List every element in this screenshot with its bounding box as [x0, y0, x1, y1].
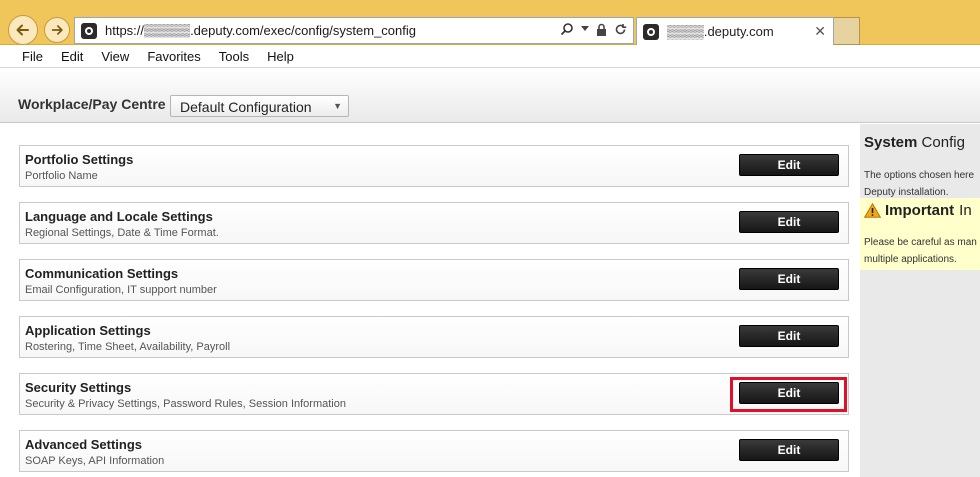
lock-icon[interactable] [596, 23, 607, 36]
card-description: Email Configuration, IT support number [25, 284, 217, 296]
forward-arrow-icon [51, 25, 63, 35]
back-arrow-icon [16, 24, 29, 36]
edit-language-button[interactable]: Edit [739, 211, 839, 233]
menu-file[interactable]: File [22, 49, 43, 64]
settings-card-security: Security Settings Security & Privacy Set… [19, 373, 849, 415]
tab-title: ▒▒▒▒.deputy.com [667, 24, 774, 39]
sidebar-description: The options chosen here Deputy installat… [864, 167, 980, 201]
card-description: SOAP Keys, API Information [25, 455, 165, 467]
address-bar[interactable]: https://▒▒▒▒▒.deputy.com/exec/config/sys… [74, 17, 634, 44]
edit-portfolio-button[interactable]: Edit [739, 154, 839, 176]
card-description: Portfolio Name [25, 170, 98, 182]
edit-security-button[interactable]: Edit [739, 382, 839, 404]
notice-title-rest: In [959, 202, 972, 219]
browser-toolbar: https://▒▒▒▒▒.deputy.com/exec/config/sys… [0, 0, 980, 45]
menu-help[interactable]: Help [267, 49, 294, 64]
settings-card-communication: Communication Settings Email Configurati… [19, 259, 849, 301]
configuration-select[interactable]: Default Configuration ▼ [170, 95, 349, 117]
settings-card-application: Application Settings Rostering, Time She… [19, 316, 849, 358]
warning-icon [864, 203, 881, 218]
forward-button[interactable] [44, 17, 70, 43]
info-sidebar: System Config The options chosen here De… [860, 124, 980, 477]
new-tab-button[interactable] [834, 17, 860, 45]
notice-text-line: Please be careful as man [864, 237, 977, 248]
configuration-select-value: Default Configuration [180, 99, 312, 115]
menu-tools[interactable]: Tools [219, 49, 249, 64]
menu-favorites[interactable]: Favorites [147, 49, 200, 64]
url-text[interactable]: https://▒▒▒▒▒.deputy.com/exec/config/sys… [105, 23, 416, 38]
notice-title: Important In [864, 202, 972, 219]
menu-edit[interactable]: Edit [61, 49, 83, 64]
important-notice: Important In Please be careful as man mu… [860, 198, 980, 270]
back-button[interactable] [8, 15, 38, 45]
edit-communication-button[interactable]: Edit [739, 268, 839, 290]
settings-card-advanced: Advanced Settings SOAP Keys, API Informa… [19, 430, 849, 472]
site-favicon-icon [81, 22, 97, 39]
search-icon[interactable] [560, 22, 574, 36]
workplace-label: Workplace/Pay Centre [18, 96, 166, 112]
edit-application-button[interactable]: Edit [739, 325, 839, 347]
card-title: Portfolio Settings [25, 152, 134, 167]
sidebar-text-line: The options chosen here [864, 170, 975, 181]
card-title: Communication Settings [25, 266, 179, 281]
settings-card-language: Language and Locale Settings Regional Se… [19, 202, 849, 244]
card-title: Security Settings [25, 380, 132, 395]
dropdown-icon[interactable] [581, 26, 589, 32]
card-title: Application Settings [25, 323, 151, 338]
notice-text: Please be careful as man multiple applic… [864, 234, 977, 268]
chevron-down-icon: ▼ [333, 101, 342, 111]
card-description: Regional Settings, Date & Time Format. [25, 227, 219, 239]
menu-bar: File Edit View Favorites Tools Help [0, 45, 980, 68]
page-header: Workplace/Pay Centre Default Configurati… [0, 68, 980, 123]
sidebar-title-bold: System [864, 134, 918, 151]
edit-advanced-button[interactable]: Edit [739, 439, 839, 461]
sidebar-title-rest: Config [921, 134, 965, 151]
card-title: Advanced Settings [25, 437, 143, 452]
settings-panel: Portfolio Settings Portfolio Name Edit L… [4, 124, 860, 477]
sidebar-title: System Config [864, 134, 965, 151]
close-icon[interactable]: ✕ [814, 23, 826, 40]
settings-card-portfolio: Portfolio Settings Portfolio Name Edit [19, 145, 849, 187]
card-description: Rostering, Time Sheet, Availability, Pay… [25, 341, 231, 353]
card-description: Security & Privacy Settings, Password Ru… [25, 398, 346, 410]
menu-view[interactable]: View [101, 49, 129, 64]
notice-title-bold: Important [885, 202, 955, 219]
tab-favicon-icon [643, 23, 659, 40]
refresh-icon[interactable] [614, 23, 627, 36]
notice-text-line: multiple applications. [864, 254, 957, 265]
browser-tab[interactable]: ▒▒▒▒.deputy.com ✕ [636, 17, 834, 45]
card-title: Language and Locale Settings [25, 209, 213, 224]
